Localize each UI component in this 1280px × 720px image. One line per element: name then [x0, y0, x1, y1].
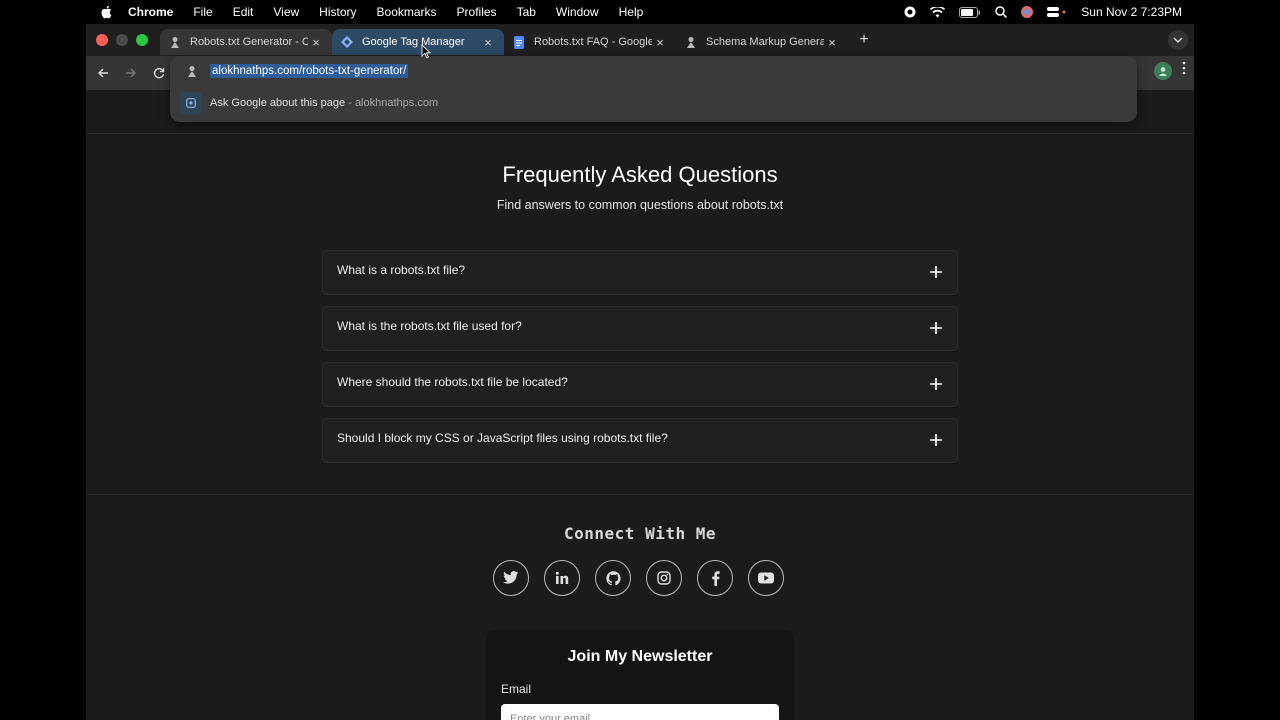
site-info-icon[interactable]: [184, 65, 200, 77]
browser-window: Robots.txt Generator - Create × Google T…: [86, 24, 1194, 720]
youtube-link[interactable]: [748, 560, 784, 596]
tab-google-tag-manager[interactable]: Google Tag Manager ×: [332, 29, 504, 55]
footer-divider: [86, 494, 1194, 495]
menu-app-name[interactable]: Chrome: [128, 5, 173, 19]
linkedin-icon: [555, 571, 569, 584]
menu-help[interactable]: Help: [619, 5, 644, 19]
suggestion-text: Ask Google about this page: [210, 97, 346, 109]
menu-tab[interactable]: Tab: [517, 5, 536, 19]
suggestion-site: alokhnathps.com: [354, 97, 439, 109]
wifi-icon[interactable]: [930, 6, 946, 18]
tab-robots-faq-doc[interactable]: Robots.txt FAQ - Google Docs ×: [504, 29, 676, 55]
minimize-window-button[interactable]: [116, 34, 128, 46]
menu-bookmarks[interactable]: Bookmarks: [377, 5, 437, 19]
toolbar-right: [1154, 61, 1186, 80]
battery-icon[interactable]: [959, 6, 981, 18]
person-favicon-icon: [168, 35, 182, 49]
new-tab-button[interactable]: +: [852, 31, 876, 49]
apple-icon[interactable]: [100, 5, 116, 19]
tab-search-button[interactable]: [1168, 30, 1188, 50]
profile-avatar-icon[interactable]: [1154, 61, 1172, 80]
tab-schema-generator[interactable]: Schema Markup Generator - S ×: [676, 29, 848, 55]
forward-button[interactable]: [118, 60, 144, 86]
reload-button[interactable]: [146, 60, 172, 86]
social-links: [493, 560, 784, 596]
chevron-down-icon: [1173, 37, 1183, 43]
window-controls: [96, 34, 148, 46]
instagram-icon: [657, 571, 671, 585]
google-lens-icon: [180, 92, 202, 114]
arrow-left-icon: [98, 68, 108, 78]
mac-menubar: Chrome File Edit View History Bookmarks …: [86, 0, 1194, 24]
mouse-cursor-icon: [421, 44, 431, 59]
back-button[interactable]: [90, 60, 116, 86]
close-window-button[interactable]: [96, 34, 108, 46]
linkedin-link[interactable]: [544, 560, 580, 596]
control-center-icon[interactable]: [1047, 6, 1067, 18]
instagram-link[interactable]: [646, 560, 682, 596]
menu-history[interactable]: History: [319, 5, 356, 19]
faq-question: What is a robots.txt file?: [337, 263, 466, 277]
record-icon[interactable]: [904, 6, 916, 18]
newsletter-card: Join My Newsletter Email: [486, 630, 794, 720]
faq-question: What is the robots.txt file used for?: [337, 319, 522, 333]
address-bar[interactable]: alokhnathps.com/robots-txt-generator/: [170, 58, 1137, 84]
docs-favicon-icon: [512, 35, 526, 49]
tab-title: Robots.txt FAQ - Google Docs: [534, 36, 652, 48]
plus-icon[interactable]: [929, 265, 943, 279]
suggestion-separator: -: [345, 97, 355, 109]
faq-item[interactable]: Should I block my CSS or JavaScript file…: [322, 418, 958, 463]
kebab-menu-icon[interactable]: [1182, 61, 1186, 80]
omnibox-dropdown[interactable]: alokhnathps.com/robots-txt-generator/ As…: [170, 56, 1137, 122]
user-avatar-icon[interactable]: [1021, 6, 1034, 18]
arrow-right-icon: [126, 68, 136, 78]
web-page: Frequently Asked Questions Find answers …: [86, 90, 1194, 720]
tab-strip: Robots.txt Generator - Create × Google T…: [86, 24, 1194, 56]
faq-item[interactable]: Where should the robots.txt file be loca…: [322, 362, 958, 407]
tab-title: Robots.txt Generator - Create: [190, 36, 308, 48]
tab-robots-generator[interactable]: Robots.txt Generator - Create ×: [160, 29, 332, 55]
close-tab-icon[interactable]: ×: [824, 35, 840, 50]
newsletter-title: Join My Newsletter: [567, 648, 713, 665]
omnibox-suggestion[interactable]: Ask Google about this page - alokhnathps…: [180, 92, 438, 114]
facebook-icon: [711, 570, 720, 586]
plus-icon[interactable]: [929, 433, 943, 447]
faq-list: What is a robots.txt file? What is the r…: [322, 250, 958, 474]
close-tab-icon[interactable]: ×: [480, 35, 496, 50]
faq-question: Where should the robots.txt file be loca…: [337, 375, 568, 389]
github-icon: [605, 570, 621, 585]
zoom-window-button[interactable]: [136, 34, 148, 46]
email-field[interactable]: [501, 704, 779, 720]
twitter-icon: [503, 571, 519, 584]
status-area: Sun Nov 2 7:23PM: [904, 5, 1182, 19]
tab-title: Schema Markup Generator - S: [706, 36, 824, 48]
faq-item[interactable]: What is a robots.txt file?: [322, 250, 958, 295]
spotlight-search-icon[interactable]: [995, 6, 1008, 18]
email-label: Email: [501, 682, 532, 696]
faq-item[interactable]: What is the robots.txt file used for?: [322, 306, 958, 351]
menu-window[interactable]: Window: [556, 5, 599, 19]
menu-file[interactable]: File: [193, 5, 212, 19]
menu-edit[interactable]: Edit: [233, 5, 254, 19]
plus-icon[interactable]: [929, 377, 943, 391]
plus-icon[interactable]: [929, 321, 943, 335]
github-link[interactable]: [595, 560, 631, 596]
menu-profiles[interactable]: Profiles: [457, 5, 497, 19]
tag-manager-favicon-icon: [340, 35, 354, 49]
person-favicon-icon: [684, 35, 698, 49]
twitter-link[interactable]: [493, 560, 529, 596]
screen: Chrome File Edit View History Bookmarks …: [0, 0, 1280, 720]
youtube-icon: [758, 572, 774, 584]
reload-icon: [153, 68, 165, 79]
menubar-clock[interactable]: Sun Nov 2 7:23PM: [1081, 5, 1182, 19]
menu-view[interactable]: View: [273, 5, 299, 19]
close-tab-icon[interactable]: ×: [652, 35, 668, 50]
faq-question: Should I block my CSS or JavaScript file…: [337, 431, 668, 445]
facebook-link[interactable]: [697, 560, 733, 596]
close-tab-icon[interactable]: ×: [308, 35, 324, 50]
faq-title: Frequently Asked Questions: [502, 162, 778, 187]
faq-subtitle: Find answers to common questions about r…: [496, 198, 784, 212]
url-text-selected[interactable]: alokhnathps.com/robots-txt-generator/: [210, 64, 409, 78]
connect-title: Connect With Me: [564, 524, 716, 543]
